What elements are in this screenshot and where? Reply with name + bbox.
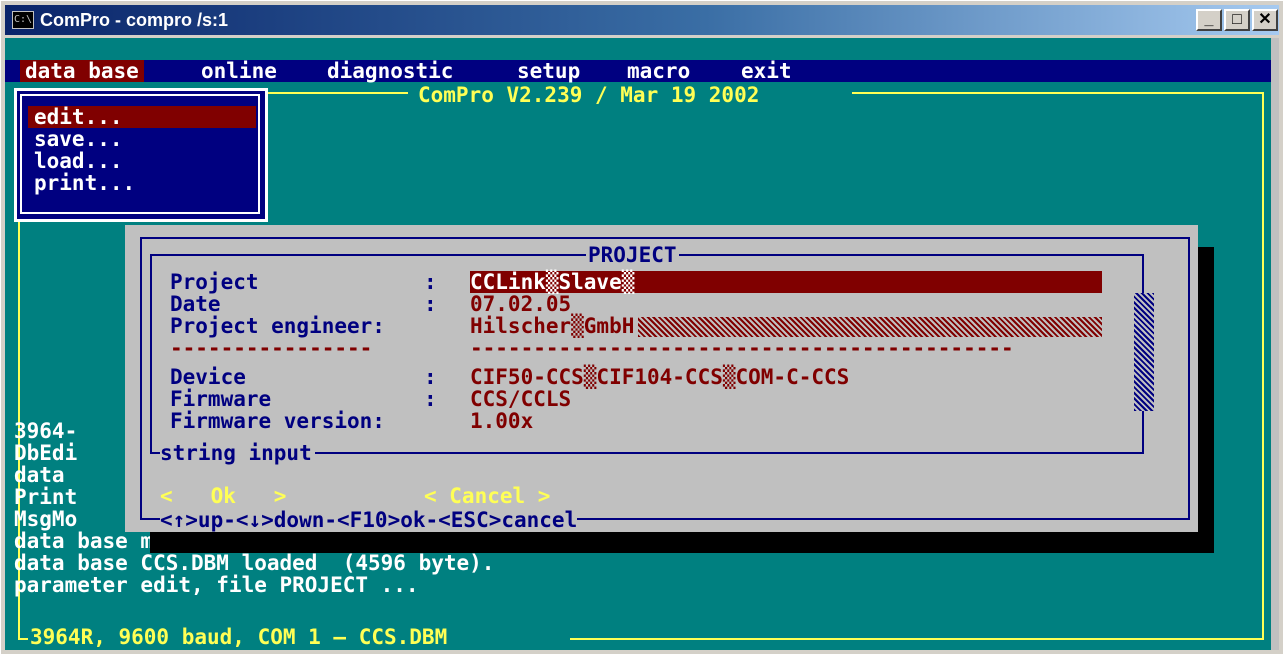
separator: ----------------------------------------…	[470, 336, 1014, 360]
maximize-button[interactable]: □	[1224, 9, 1250, 31]
dropdown-item-save[interactable]: save...	[28, 128, 256, 150]
dialog-title: PROJECT	[586, 243, 679, 267]
firmware-version-label: Firmware version:	[170, 409, 385, 433]
field-colon: :	[424, 365, 437, 389]
field-colon: :	[424, 292, 437, 316]
dropdown-item-print[interactable]: print...	[28, 172, 256, 194]
menu-macro[interactable]: macro	[622, 60, 695, 82]
log-line-partial: MsgMo	[14, 507, 78, 531]
project-label: Project	[170, 270, 259, 294]
project-input[interactable]: CCLink▒Slave▒	[470, 271, 634, 293]
date-input[interactable]: 07.02.05	[470, 293, 571, 315]
device-label: Device	[170, 365, 246, 389]
engineer-label: Project engineer:	[170, 314, 385, 338]
version-banner: ComPro V2.239 / Mar 19 2002	[418, 83, 760, 107]
menu-exit[interactable]: exit	[736, 60, 797, 82]
log-line-partial: 3964-	[14, 419, 78, 443]
device-input[interactable]: CIF50-CCS▒CIF104-CCS▒COM-C-CCS	[470, 366, 849, 388]
close-button[interactable]: ✕	[1252, 9, 1278, 31]
firmware-version-input[interactable]: 1.00x	[470, 410, 533, 432]
log-line-partial: DbEdi	[14, 441, 78, 465]
engineer-input[interactable]: Hilscher▒GmbH	[470, 315, 634, 337]
date-label: Date	[170, 292, 221, 316]
dialog-inner-border	[150, 254, 152, 454]
cancel-button[interactable]: < Cancel >	[424, 485, 550, 507]
frame-bottom-line-left	[18, 638, 28, 640]
console-app-icon[interactable]: C:\	[12, 11, 34, 29]
menu-diagnostic[interactable]: diagnostic	[322, 60, 458, 82]
engineer-input-fill	[638, 317, 1102, 337]
dialog-scrollbar[interactable]	[1134, 293, 1154, 411]
firmware-input[interactable]: CCS/CCLS	[470, 388, 571, 410]
dialog-border	[140, 237, 1190, 239]
dropdown-item-load[interactable]: load...	[28, 150, 256, 172]
menu-online[interactable]: online	[196, 60, 282, 82]
firmware-label: Firmware	[170, 387, 272, 411]
frame-right-line	[1262, 92, 1264, 640]
minimize-button[interactable]: _	[1196, 9, 1222, 31]
field-colon: :	[424, 270, 437, 294]
menu-setup[interactable]: setup	[512, 60, 585, 82]
log-line: parameter edit, file PROJECT ...	[14, 573, 419, 597]
input-mode-label: string input	[160, 442, 315, 464]
dialog-border	[140, 237, 142, 520]
dialog-border	[1188, 237, 1190, 520]
log-line-partial: Print	[14, 485, 78, 509]
field-colon: :	[424, 387, 437, 411]
frame-top-line-right	[852, 92, 1262, 94]
status-line: 3964R, 9600 baud, COM 1 — CCS.DBM	[30, 625, 448, 649]
ok-button[interactable]: < Ok >	[160, 485, 286, 507]
menu-data-base[interactable]: data base	[20, 60, 144, 82]
separator: ----------------	[170, 336, 373, 360]
key-help-text: <↑>up-<↓>down-<F10>ok-<ESC>cancel	[160, 508, 578, 532]
log-line-partial: data	[14, 463, 65, 487]
dropdown-item-edit[interactable]: edit...	[28, 106, 256, 128]
log-line: data base CCS.DBM loaded (4596 byte).	[14, 551, 495, 575]
window-title: ComPro - compro /s:1	[40, 10, 229, 30]
frame-bottom-line-right	[570, 638, 1262, 640]
console-scrollbar[interactable]	[1271, 38, 1279, 650]
frame-top-line-left	[268, 92, 408, 94]
